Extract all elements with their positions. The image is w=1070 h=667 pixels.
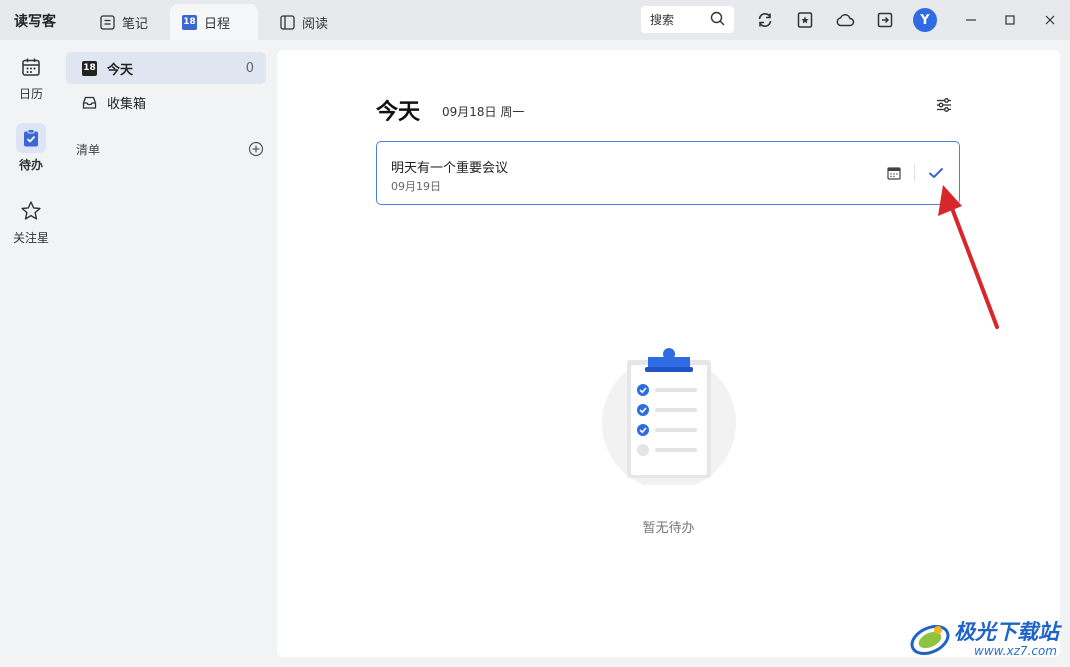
minimize-icon[interactable]: [961, 10, 981, 30]
app-name: 读写客: [14, 14, 56, 30]
sidebar-item-inbox[interactable]: 收集箱: [66, 86, 266, 118]
tab-notes-label: 笔记: [122, 16, 149, 32]
todo-icon: [16, 123, 46, 153]
sidebar-item-today-label: 今天: [107, 62, 134, 78]
page-title: 今天: [376, 100, 421, 125]
maximize-icon[interactable]: [1000, 10, 1020, 30]
rail-item-todo[interactable]: 待办: [0, 123, 62, 173]
star-icon: [16, 196, 46, 226]
task-title: 明天有一个重要会议: [391, 161, 509, 176]
tab-read-label: 阅读: [302, 16, 329, 32]
export-icon[interactable]: [875, 10, 895, 30]
rail-item-starred-label: 关注星: [12, 231, 49, 245]
rail-item-todo-label: 待办: [18, 158, 43, 172]
watermark: 极光下载站 www.xz7.com: [908, 612, 1068, 664]
inbox-icon: [82, 95, 97, 110]
rail-item-calendar-label: 日历: [18, 87, 43, 101]
tab-notes[interactable]: 笔记: [88, 4, 168, 40]
task-card[interactable]: 明天有一个重要会议 09月19日: [376, 141, 960, 205]
watermark-title: 极光下载站: [954, 620, 1059, 644]
cloud-icon[interactable]: [835, 10, 855, 30]
sidebar-item-today[interactable]: 18 今天 0: [66, 52, 266, 84]
complete-check-icon[interactable]: [926, 163, 946, 183]
empty-clipboard-illustration: [599, 345, 739, 490]
tab-read[interactable]: 阅读: [268, 4, 348, 40]
calendar-icon: [16, 52, 46, 82]
tab-schedule-label: 日程: [204, 16, 231, 32]
avatar[interactable]: Y: [913, 8, 937, 32]
filter-settings-icon[interactable]: [935, 96, 955, 116]
main-panel: 今天 09月18日 周一 明天有一个重要会议 09月19日 暂无待办: [277, 50, 1060, 657]
sync-icon[interactable]: [755, 10, 775, 30]
search-box[interactable]: 搜索: [641, 6, 734, 33]
rail-item-starred[interactable]: 关注星: [0, 196, 62, 246]
rail-item-calendar[interactable]: 日历: [0, 52, 62, 102]
search-label: 搜索: [650, 13, 675, 27]
sidebar-item-inbox-label: 收集箱: [107, 96, 147, 112]
add-list-icon[interactable]: [248, 141, 264, 157]
note-icon: [100, 14, 115, 30]
close-icon[interactable]: [1040, 10, 1060, 30]
task-date: 09月19日: [391, 180, 441, 193]
today-count: 0: [245, 60, 254, 76]
left-rail: 日历 待办 关注星: [0, 40, 62, 667]
divider: [914, 164, 915, 182]
book-icon: [280, 14, 295, 30]
tab-schedule[interactable]: 18 日程: [170, 4, 258, 40]
title-bar: 读写客 笔记 18 日程 阅读 搜索 Y: [0, 0, 1070, 40]
lists-title: 清单: [76, 143, 101, 157]
calendar-18-icon: 18: [182, 14, 197, 30]
current-date: 09月18日 周一: [442, 105, 525, 119]
watermark-url: www.xz7.com: [974, 644, 1057, 658]
watermark-logo-icon: [910, 624, 950, 656]
star-doc-icon[interactable]: [795, 10, 815, 30]
empty-state-text: 暂无待办: [642, 521, 695, 536]
sidebar: 18 今天 0 收集箱 清单: [62, 40, 272, 667]
calendar-18-icon: 18: [82, 60, 97, 76]
task-calendar-icon[interactable]: [886, 165, 902, 181]
search-icon: [710, 11, 725, 29]
